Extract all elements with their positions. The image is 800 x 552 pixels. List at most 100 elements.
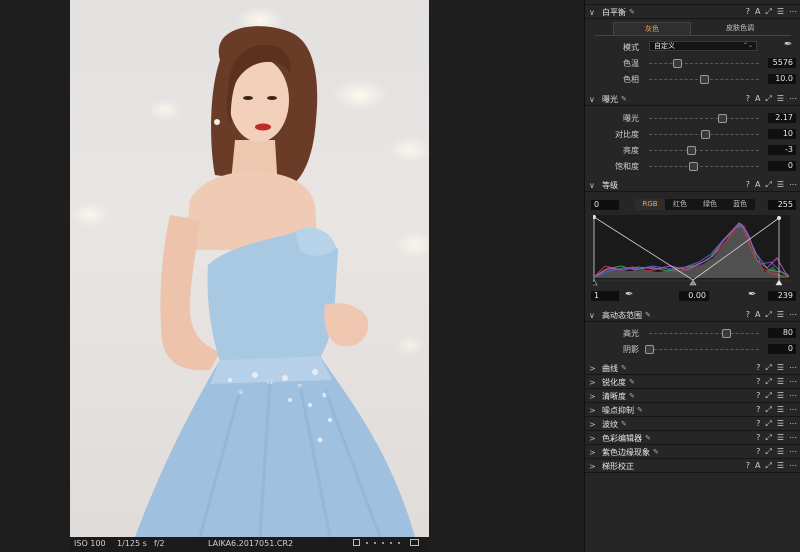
- more-icon[interactable]: ⋯: [789, 7, 797, 17]
- expand-icon[interactable]: ⤢: [765, 419, 771, 429]
- highlights-value[interactable]: 80: [768, 328, 796, 338]
- slider-knob[interactable]: [686, 146, 696, 155]
- tool-header-noise-reduction[interactable]: > 噪点抑制 ✎ ? ⤢ ☰ ⋯: [585, 404, 800, 417]
- help-icon[interactable]: ?: [756, 433, 760, 443]
- photo[interactable]: [70, 0, 429, 537]
- tab-green[interactable]: 绿色: [695, 199, 725, 210]
- frame-icon[interactable]: [353, 539, 360, 546]
- rating-dot-icon[interactable]: [398, 541, 400, 544]
- tab-blue[interactable]: 蓝色: [725, 199, 755, 210]
- temperature-slider[interactable]: [649, 59, 759, 68]
- more-icon[interactable]: ⋯: [789, 433, 797, 443]
- help-icon[interactable]: ?: [746, 7, 750, 17]
- tool-header-color-editor[interactable]: > 色彩编辑器 ✎ ? ⤢ ☰ ⋯: [585, 432, 800, 445]
- expand-icon[interactable]: ⤢: [765, 447, 771, 457]
- auto-icon[interactable]: A: [755, 310, 760, 320]
- temperature-value[interactable]: 5576: [768, 58, 796, 68]
- tab-rgb[interactable]: RGB: [635, 199, 665, 210]
- menu-icon[interactable]: ☰: [777, 94, 784, 104]
- help-icon[interactable]: ?: [756, 363, 760, 373]
- expand-icon[interactable]: ⤢: [765, 7, 771, 17]
- menu-icon[interactable]: ☰: [777, 461, 784, 471]
- pipette-icon[interactable]: ✎: [621, 420, 627, 428]
- menu-icon[interactable]: ☰: [777, 419, 784, 429]
- more-icon[interactable]: ⋯: [789, 405, 797, 415]
- more-icon[interactable]: ⋯: [789, 310, 797, 320]
- output-high-value[interactable]: 255: [768, 200, 796, 210]
- help-icon[interactable]: ?: [746, 310, 750, 320]
- shadows-slider[interactable]: [645, 345, 759, 354]
- slider-knob[interactable]: [717, 114, 727, 123]
- auto-icon[interactable]: A: [755, 7, 760, 17]
- input-high-value[interactable]: 239: [768, 291, 796, 301]
- tool-header-purple-fringing[interactable]: > 紫色边缘现象 ✎ ? ⤢ ☰ ⋯: [585, 446, 800, 459]
- slider-knob[interactable]: [701, 130, 711, 139]
- slider-knob[interactable]: [700, 75, 709, 84]
- help-icon[interactable]: ?: [756, 391, 760, 401]
- mode-select[interactable]: 自定义 ⌃⌄: [649, 41, 757, 51]
- exposure-value[interactable]: 2.17: [768, 113, 796, 123]
- highlights-slider[interactable]: [649, 329, 759, 338]
- more-icon[interactable]: ⋯: [789, 461, 797, 471]
- menu-icon[interactable]: ☰: [777, 7, 784, 17]
- slider-knob[interactable]: [672, 59, 682, 68]
- levels-histogram[interactable]: [593, 214, 791, 286]
- midtone-handle[interactable]: [689, 279, 697, 286]
- expand-icon[interactable]: ⤢: [765, 461, 771, 471]
- contrast-slider[interactable]: [649, 130, 759, 139]
- help-icon[interactable]: ?: [756, 447, 760, 457]
- pipette-icon[interactable]: ✎: [629, 392, 635, 400]
- rating-dot-icon[interactable]: [382, 541, 384, 544]
- tab-red[interactable]: 红色: [665, 199, 695, 210]
- tool-header-white-balance[interactable]: ∨ 白平衡 ✎ ? A ⤢ ☰ ⋯: [585, 6, 800, 19]
- saturation-value[interactable]: 0: [768, 161, 796, 171]
- more-icon[interactable]: ⋯: [789, 94, 797, 104]
- brightness-value[interactable]: -3: [768, 145, 796, 155]
- input-low-value[interactable]: 1: [591, 291, 619, 301]
- black-point-eyedropper-icon[interactable]: ✒: [625, 289, 633, 300]
- rating-dot-icon[interactable]: [390, 541, 392, 544]
- tint-slider[interactable]: [649, 75, 759, 84]
- pipette-icon[interactable]: ✎: [621, 364, 627, 372]
- expand-icon[interactable]: ⤢: [765, 405, 771, 415]
- saturation-slider[interactable]: [649, 162, 759, 171]
- menu-icon[interactable]: ☰: [777, 310, 784, 320]
- menu-icon[interactable]: ☰: [777, 391, 784, 401]
- exposure-slider[interactable]: [649, 114, 759, 123]
- midtone-value[interactable]: 0.00: [679, 291, 709, 301]
- white-point-eyedropper-icon[interactable]: ✒: [748, 289, 756, 300]
- tool-header-keystone[interactable]: > 梯形校正 ? A ⤢ ☰ ⋯: [585, 460, 800, 473]
- tool-header-clarity[interactable]: > 清晰度 ✎ ? ⤢ ☰ ⋯: [585, 390, 800, 403]
- tab-skin-tone[interactable]: 皮肤色调: [691, 22, 789, 35]
- wb-eyedropper-icon[interactable]: ✒: [784, 39, 792, 50]
- shadows-value[interactable]: 0: [768, 344, 796, 354]
- more-icon[interactable]: ⋯: [789, 363, 797, 373]
- input-low-handle[interactable]: [593, 279, 598, 286]
- tint-value[interactable]: 10.0: [768, 74, 796, 84]
- tab-gray[interactable]: 灰色: [613, 22, 691, 35]
- pipette-icon[interactable]: ✎: [653, 448, 659, 456]
- pipette-icon[interactable]: ✎: [645, 434, 651, 442]
- tool-header-top[interactable]: [585, 0, 800, 5]
- help-icon[interactable]: ?: [756, 419, 760, 429]
- menu-icon[interactable]: ☰: [777, 447, 784, 457]
- rating-dot-icon[interactable]: [374, 541, 376, 544]
- slider-knob[interactable]: [722, 329, 731, 338]
- output-low-value[interactable]: 0: [591, 200, 619, 210]
- menu-icon[interactable]: ☰: [777, 405, 784, 415]
- auto-icon[interactable]: A: [755, 461, 760, 471]
- more-icon[interactable]: ⋯: [789, 377, 797, 387]
- expand-icon[interactable]: ⤢: [765, 363, 771, 373]
- tool-header-curves[interactable]: > 曲线 ✎ ? ⤢ ☰ ⋯: [585, 362, 800, 375]
- help-icon[interactable]: ?: [746, 461, 750, 471]
- expand-icon[interactable]: ⤢: [765, 310, 771, 320]
- output-high-handle[interactable]: [777, 216, 781, 220]
- pipette-icon[interactable]: ✎: [645, 311, 651, 319]
- menu-icon[interactable]: ☰: [777, 363, 784, 373]
- menu-icon[interactable]: ☰: [777, 180, 784, 190]
- slider-knob[interactable]: [689, 162, 698, 171]
- help-icon[interactable]: ?: [746, 94, 750, 104]
- brightness-slider[interactable]: [649, 146, 759, 155]
- expand-icon[interactable]: ⤢: [765, 433, 771, 443]
- more-icon[interactable]: ⋯: [789, 391, 797, 401]
